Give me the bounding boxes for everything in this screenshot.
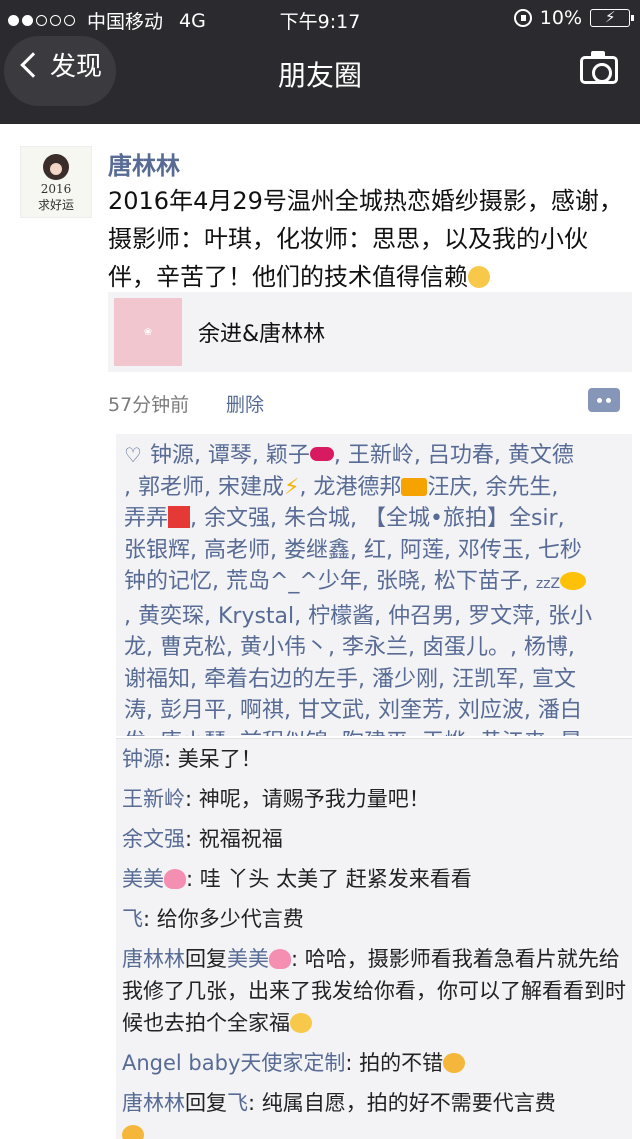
comments-panel: 钟源: 美呆了！ 王新岭: 神呢，请赐予我力量吧！ 余文强: 祝福祝福 美美 : … [116, 738, 632, 1139]
comment-item[interactable]: 钟源: 美呆了！ [122, 743, 626, 775]
comment-item[interactable]: Angel baby天使家定制: 拍的不错 [122, 1047, 626, 1079]
wedding-photo-icon: ❀ [143, 326, 153, 338]
post-text: 2016年4月29号温州全城热恋婚纱摄影，感谢，摄影师：叶琪，化妆师：思思，以及… [108, 187, 623, 291]
dot-icon [597, 397, 602, 403]
comment-item[interactable]: 飞: 给你多少代言费 [122, 903, 626, 935]
comment-item[interactable]: 余文强: 祝福祝福 [122, 823, 626, 855]
link-thumbnail: ❀ [114, 298, 182, 366]
comment-item[interactable]: 美美 : 哇 丫头 太美了 赶紧发来看看 [122, 863, 626, 895]
likes-line-text: 钟源, 谭琴, 颖子 [149, 443, 310, 468]
top-bar: 中国移动 4G 下午9:17 10% ⚡ 发现 朋友圈 [0, 0, 640, 124]
heart-emoji-icon [164, 869, 186, 889]
likes-line: 钟的记忆, 荒岛^_^少年, 张晓, 松下苗子, zzZ [124, 566, 624, 601]
zzz-emoji-icon: zzZ [535, 576, 561, 592]
commenter-name[interactable]: 余文强 [122, 827, 185, 851]
likes-line-text: , 余文强, 朱合城, 【全城•旅拍】全sir, [190, 506, 565, 531]
likes-line-text: , 王新岭, 吕功春, 黄文德 [333, 443, 574, 468]
comment-text: : 神呢，请赐予我力量吧！ [185, 787, 430, 811]
comment-item[interactable]: 唐林林回复美美: 哈哈，摄影师看我着急看片就先给我修了几张，出来了我发给你看，你… [122, 943, 626, 1039]
likes-panel: ♡ 钟源, 谭琴, 颖子, 王新岭, 吕功春, 黄文德 , 郭老师, 宋建成⚡, … [116, 434, 632, 736]
commenter-name[interactable]: 飞 [122, 907, 143, 931]
camera-icon[interactable] [580, 51, 618, 84]
comment-text: : 祝福祝福 [185, 827, 283, 851]
avatar-year: 2016 [40, 182, 72, 196]
likes-line: 弄弄 , 余文强, 朱合城, 【全城•旅拍】全sir, [124, 503, 624, 535]
anger-emoji-icon [168, 506, 191, 528]
battery-percent: 10% [539, 7, 582, 29]
commenter-name[interactable]: 美美 [122, 867, 164, 891]
reply-to-name[interactable]: 美美 [227, 947, 269, 971]
commenter-name[interactable]: 钟源 [122, 747, 164, 771]
likes-line: 发, 唐小琴, 前程似锦, 陶建平, 王烨, 黄江来, 晨 [124, 727, 624, 737]
girl-avatar-icon [43, 154, 69, 180]
truck-emoji-icon [401, 477, 428, 496]
time-ago: 57分钟前 [108, 394, 190, 416]
page-title: 朋友圈 [277, 59, 362, 92]
commenter-name[interactable]: Angel baby天使家定制 [122, 1051, 345, 1075]
smile-icon [468, 266, 490, 288]
commenter-name[interactable]: 王新岭 [122, 787, 185, 811]
thinking-emoji-icon [443, 1053, 466, 1073]
dot-icon [606, 397, 611, 403]
more-actions-button[interactable] [588, 388, 620, 412]
heart-outline-icon: ♡ [124, 443, 142, 467]
likes-line-text: , 龙港德邦 [299, 474, 402, 500]
avatar[interactable]: 2016 求好运 [20, 146, 92, 218]
comment-text: : 哇 丫头 太美了 赶紧发来看看 [186, 867, 472, 891]
likes-line-text: 钟的记忆, 荒岛^_^少年, 张晓, 松下苗子, [124, 569, 529, 594]
smile-icon [290, 1013, 312, 1033]
reply-to-name[interactable]: 飞 [227, 1091, 248, 1115]
likes-line-text: 汪庆, 余先生, [427, 474, 559, 500]
likes-line-text: , 郭老师, 宋建成 [124, 474, 284, 500]
post-meta: 57分钟前 删除 [108, 390, 264, 417]
comment-item[interactable]: 唐林林回复飞: 纯属自愿，拍的好不需要代言费 [122, 1087, 626, 1139]
comment-text: : 拍的不错 [345, 1051, 444, 1075]
fish-emoji-icon [560, 572, 587, 590]
reply-word: 回复 [185, 1091, 227, 1115]
delete-button[interactable]: 删除 [226, 390, 264, 417]
likes-line: , 黄奕琛, Krystal, 柠檬酱, 仲召男, 罗文萍, 张小 [124, 603, 593, 629]
nav-bar: 发现 朋友圈 [0, 36, 640, 124]
link-card[interactable]: ❀ 余进&唐林林 [108, 292, 632, 372]
rotation-lock-icon [513, 9, 532, 27]
heart-emoji-icon [269, 949, 291, 969]
likes-line: ♡ 钟源, 谭琴, 颖子 , 王新岭, 吕功春, 黄文德 [124, 440, 624, 472]
link-title: 余进&唐林林 [198, 322, 326, 347]
likes-line: 谢福知, 牵着右边的左手, 潘少刚, 汪凯军, 宣文 [124, 666, 576, 692]
commenter-name[interactable]: 唐林林 [122, 947, 185, 971]
likes-line: 张银辉, 高老师, 娄继鑫, 红, 阿莲, 邓传玉, 七秒 [124, 537, 582, 563]
reply-word: 回复 [185, 947, 227, 971]
post-content: 2016年4月29号温州全城热恋婚纱摄影，感谢，摄影师：叶琪，化妆师：思思，以及… [108, 182, 628, 296]
poster-name[interactable]: 唐林林 [108, 146, 180, 181]
commenter-name[interactable]: 唐林林 [122, 1091, 185, 1115]
kiss-emoji-icon [309, 447, 334, 461]
lightning-emoji-icon: ⚡ [283, 474, 300, 500]
likes-line: , 郭老师, 宋建成⚡, 龙港德邦 汪庆, 余先生, [124, 472, 624, 504]
comment-text: : 纯属自愿，拍的好不需要代言费 [248, 1091, 556, 1115]
likes-line-text: 弄弄 [124, 506, 169, 531]
likes-line: 龙, 曹克松, 黄小伟丶, 李永兰, 卤蛋儿。, 杨博, [124, 635, 575, 660]
comment-text: : 美呆了！ [164, 747, 262, 771]
likes-line: 涛, 彭月平, 啊祺, 甘文武, 刘奎芳, 刘应波, 潘白 [124, 698, 582, 723]
avatar-wish: 求好运 [37, 198, 74, 212]
battery-icon: ⚡ [590, 8, 634, 27]
comment-item[interactable]: 王新岭: 神呢，请赐予我力量吧！ [122, 783, 626, 815]
comment-text: : 给你多少代言费 [143, 907, 304, 931]
thinking-emoji-icon [122, 1125, 144, 1139]
status-bar: 中国移动 4G 下午9:17 10% ⚡ [0, 0, 640, 36]
